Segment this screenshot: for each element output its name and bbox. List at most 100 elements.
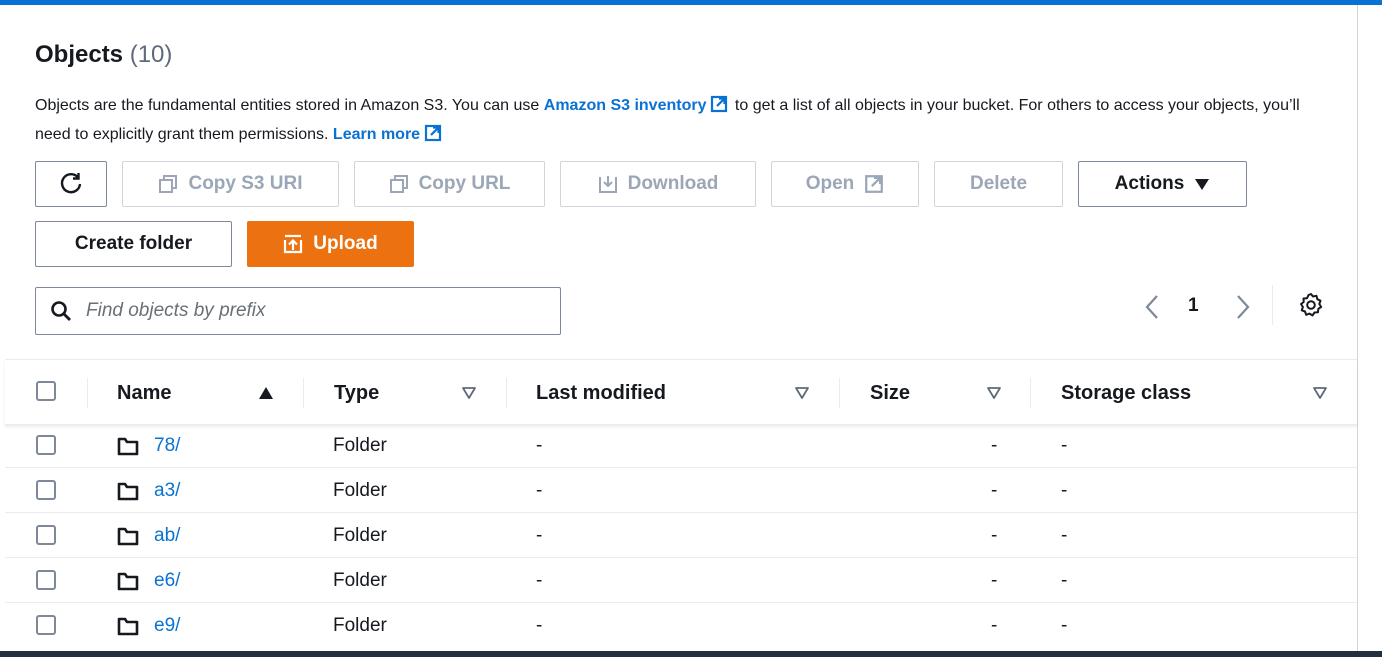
- table-settings-button[interactable]: [1298, 292, 1324, 323]
- column-header-last-modified[interactable]: Last modified: [536, 360, 666, 426]
- folder-icon: [117, 482, 139, 500]
- copy-s3-uri-button[interactable]: Copy S3 URI: [122, 161, 339, 207]
- sort-icon[interactable]: [461, 385, 477, 401]
- table-row[interactable]: ab/ Folder - - -: [5, 513, 1357, 558]
- object-size: -: [991, 434, 998, 456]
- object-type: Folder: [333, 569, 387, 591]
- column-header-storage-class[interactable]: Storage class: [1061, 360, 1191, 426]
- object-last-modified: -: [536, 614, 543, 636]
- download-label: Download: [627, 173, 719, 194]
- object-last-modified: -: [536, 479, 543, 501]
- select-all-checkbox[interactable]: [36, 381, 56, 401]
- object-type: Folder: [333, 434, 387, 456]
- title-text: Objects: [35, 41, 124, 68]
- folder-icon: [117, 572, 139, 590]
- object-storage-class: -: [1061, 524, 1068, 546]
- object-storage-class: -: [1061, 569, 1068, 591]
- description-text-1: Objects are the fundamental entities sto…: [35, 97, 544, 114]
- column-header-name[interactable]: Name: [117, 360, 171, 426]
- chevron-left-icon: [1145, 295, 1158, 319]
- column-divider: [87, 378, 88, 408]
- row-checkbox[interactable]: [36, 570, 56, 590]
- column-divider: [1030, 378, 1031, 408]
- folder-icon: [117, 617, 139, 635]
- search-icon: [51, 301, 71, 321]
- caret-down-icon: [1195, 179, 1210, 190]
- create-folder-label: Create folder: [74, 233, 193, 254]
- description: Objects are the fundamental entities sto…: [35, 91, 1315, 149]
- search-input[interactable]: [84, 299, 524, 323]
- row-checkbox[interactable]: [36, 480, 56, 500]
- download-icon: [598, 176, 617, 193]
- row-checkbox[interactable]: [36, 525, 56, 545]
- actions-dropdown[interactable]: Actions: [1078, 161, 1247, 207]
- row-checkbox[interactable]: [36, 435, 56, 455]
- table-row[interactable]: a3/ Folder - - -: [5, 468, 1357, 513]
- column-header-type[interactable]: Type: [334, 360, 379, 426]
- object-last-modified: -: [536, 569, 543, 591]
- bottom-bar: [0, 651, 1382, 657]
- copy-icon: [389, 175, 408, 193]
- copy-icon: [159, 175, 178, 193]
- sort-icon[interactable]: [986, 385, 1002, 401]
- object-name-link[interactable]: ab/: [154, 525, 180, 547]
- object-type: Folder: [333, 524, 387, 546]
- object-storage-class: -: [1061, 479, 1068, 501]
- column-divider: [839, 378, 840, 408]
- object-type: Folder: [333, 479, 387, 501]
- external-link-icon: [865, 175, 884, 193]
- folder-icon: [117, 437, 139, 455]
- next-page-button[interactable]: [1231, 287, 1253, 327]
- table-row[interactable]: e9/ Folder - - -: [5, 603, 1357, 648]
- sort-icon[interactable]: [1312, 385, 1328, 401]
- object-name-link[interactable]: e6/: [154, 570, 180, 592]
- external-link-icon[interactable]: [710, 95, 728, 113]
- upload-button[interactable]: Upload: [247, 221, 414, 267]
- sort-icon[interactable]: [794, 385, 810, 401]
- delete-button[interactable]: Delete: [934, 161, 1063, 207]
- current-page-number[interactable]: 1: [1188, 295, 1199, 317]
- object-name-link[interactable]: a3/: [154, 480, 180, 502]
- search-box[interactable]: [35, 287, 561, 335]
- refresh-icon: [60, 173, 82, 194]
- external-link-icon[interactable]: [424, 124, 442, 142]
- pagination-divider: [1272, 285, 1273, 325]
- object-name-link[interactable]: e9/: [154, 615, 180, 637]
- s3-inventory-link[interactable]: Amazon S3 inventory: [544, 97, 707, 114]
- upload-label: Upload: [313, 233, 378, 254]
- learn-more-link[interactable]: Learn more: [333, 126, 420, 143]
- column-divider: [303, 378, 304, 408]
- refresh-button[interactable]: [35, 161, 107, 207]
- object-storage-class: -: [1061, 434, 1068, 456]
- actions-label: Actions: [1114, 173, 1185, 194]
- object-size: -: [991, 524, 998, 546]
- gear-icon: [1300, 293, 1323, 317]
- open-button[interactable]: Open: [771, 161, 919, 207]
- table-row[interactable]: 78/ Folder - - -: [5, 423, 1357, 468]
- objects-panel: Objects (10) Objects are the fundamental…: [5, 5, 1358, 651]
- create-folder-button[interactable]: Create folder: [35, 221, 232, 267]
- copy-s3-uri-label: Copy S3 URI: [188, 173, 303, 194]
- copy-url-label: Copy URL: [418, 173, 511, 194]
- object-type: Folder: [333, 614, 387, 636]
- object-count: (10): [129, 41, 173, 68]
- column-divider: [506, 378, 507, 408]
- upload-icon: [284, 234, 303, 254]
- object-size: -: [991, 569, 998, 591]
- chevron-right-icon: [1237, 295, 1250, 319]
- download-button[interactable]: Download: [560, 161, 756, 207]
- open-label: Open: [805, 173, 855, 194]
- object-name-link[interactable]: 78/: [154, 435, 180, 457]
- object-size: -: [991, 479, 998, 501]
- object-storage-class: -: [1061, 614, 1068, 636]
- table-row[interactable]: e6/ Folder - - -: [5, 558, 1357, 603]
- sort-ascending-icon[interactable]: [258, 385, 274, 401]
- folder-icon: [117, 527, 139, 545]
- delete-label: Delete: [969, 173, 1028, 194]
- object-last-modified: -: [536, 524, 543, 546]
- copy-url-button[interactable]: Copy URL: [354, 161, 545, 207]
- previous-page-button[interactable]: [1142, 287, 1164, 327]
- row-checkbox[interactable]: [36, 615, 56, 635]
- table-header: Name Type Last modified Size Storage cla…: [5, 359, 1357, 425]
- column-header-size[interactable]: Size: [870, 360, 910, 426]
